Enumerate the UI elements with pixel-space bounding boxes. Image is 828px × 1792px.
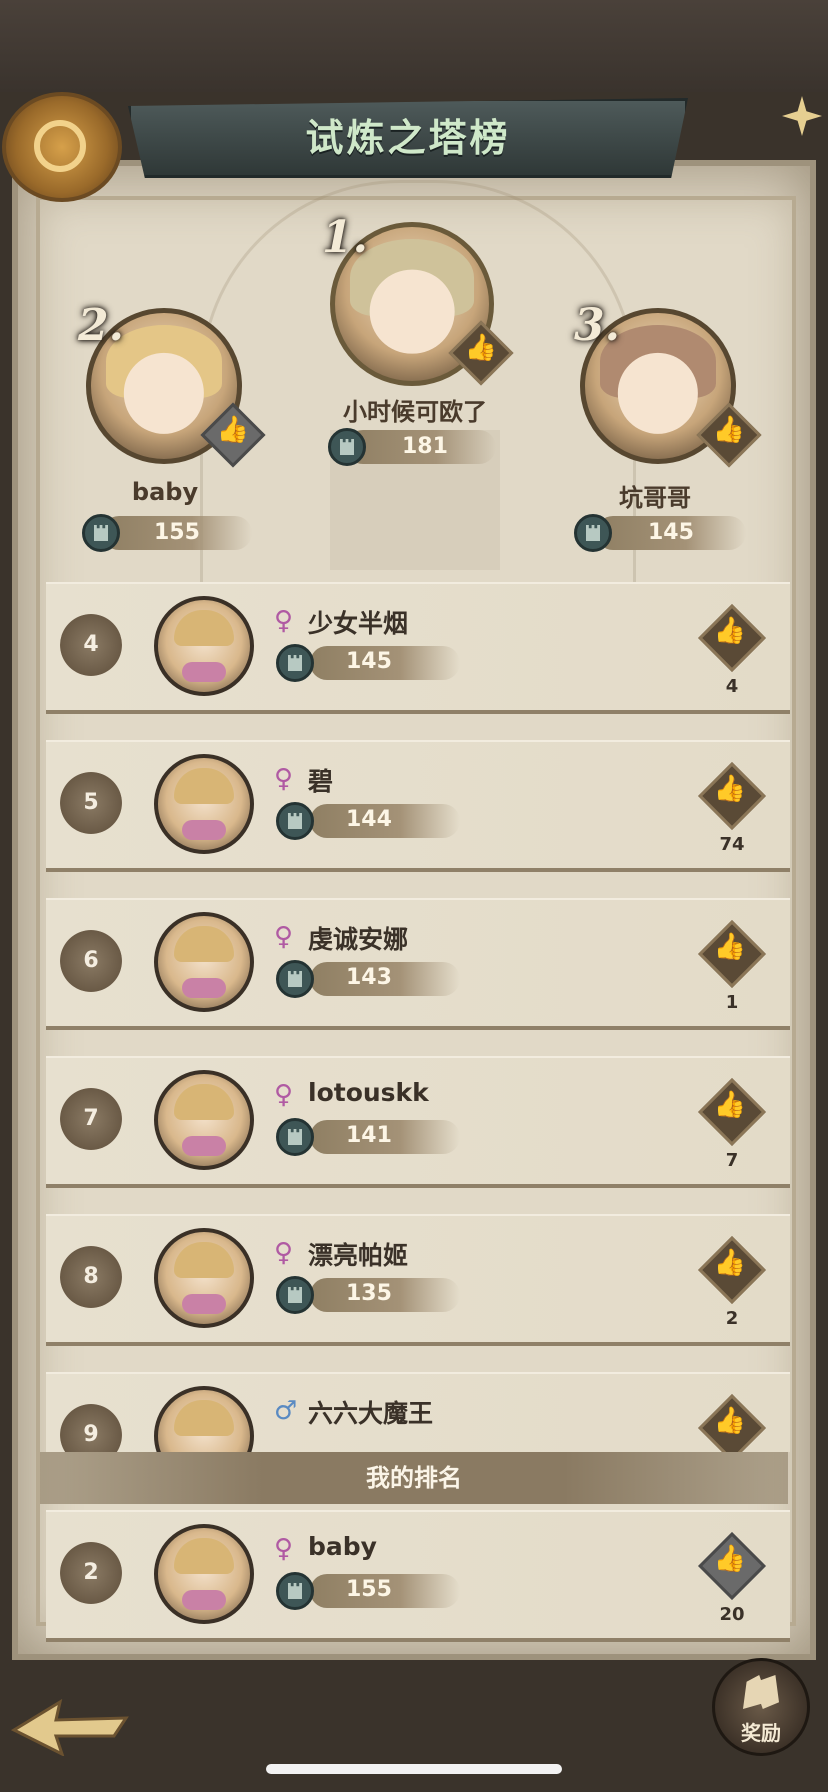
ranking-list[interactable]: 4 ♀ 少女半烟 145 👍 4 5 ♀ 碧 144 👍 74 6 ♀ 虔诚安娜… xyxy=(0,0,828,1452)
rank-badge: 6 xyxy=(60,930,122,992)
player-score: 145 xyxy=(346,649,392,674)
player-name: 六六大魔王 xyxy=(308,1399,434,1428)
list-item[interactable]: 4 ♀ 少女半烟 145 👍 4 xyxy=(46,582,790,710)
female-icon: ♀ xyxy=(274,1080,294,1110)
list-item[interactable]: 6 ♀ 虔诚安娜 143 👍 1 xyxy=(46,898,790,1026)
tower-icon xyxy=(276,1572,314,1610)
player-score: 141 xyxy=(346,1123,392,1148)
tower-icon xyxy=(276,644,314,682)
tower-icon xyxy=(276,1118,314,1156)
like-count: 1 xyxy=(725,992,739,1013)
male-icon: ♂ xyxy=(274,1396,298,1426)
player-score: 143 xyxy=(346,965,392,990)
avatar[interactable] xyxy=(154,1228,254,1328)
female-icon: ♀ xyxy=(274,1534,294,1564)
like-count: 4 xyxy=(725,676,739,697)
player-name: 漂亮帕姬 xyxy=(308,1241,409,1270)
my-rank-header: 我的排名 xyxy=(40,1452,788,1504)
list-item[interactable]: 8 ♀ 漂亮帕姬 135 👍 2 xyxy=(46,1214,790,1342)
player-name: 虔诚安娜 xyxy=(308,925,409,954)
list-item[interactable]: 5 ♀ 碧 144 👍 74 xyxy=(46,740,790,868)
female-icon: ♀ xyxy=(274,764,294,794)
tower-icon xyxy=(276,1276,314,1314)
list-item[interactable]: 7 ♀ lotouskk 141 👍 7 xyxy=(46,1056,790,1184)
tower-icon xyxy=(276,802,314,840)
rewards-button[interactable]: 奖励 xyxy=(712,1658,810,1756)
thumbs-up-icon: 👍 xyxy=(713,1248,747,1278)
player-name: 少女半烟 xyxy=(308,609,409,638)
player-name: lotouskk xyxy=(308,1078,429,1107)
like-count: 74 xyxy=(719,834,745,855)
back-arrow-icon[interactable] xyxy=(10,1696,130,1756)
thumbs-up-icon: 👍 xyxy=(713,932,747,962)
player-score: 144 xyxy=(346,807,392,832)
avatar[interactable] xyxy=(154,596,254,696)
avatar[interactable] xyxy=(154,912,254,1012)
rank-badge: 5 xyxy=(60,772,122,834)
avatar[interactable] xyxy=(154,1386,254,1452)
rank-badge: 9 xyxy=(60,1404,122,1452)
player-score: 135 xyxy=(346,1281,392,1306)
female-icon: ♀ xyxy=(274,922,294,952)
female-icon: ♀ xyxy=(274,606,294,636)
rank-badge: 4 xyxy=(60,614,122,676)
player-name: baby xyxy=(308,1532,377,1561)
avatar[interactable] xyxy=(154,1524,254,1624)
tower-icon xyxy=(276,960,314,998)
avatar[interactable] xyxy=(154,754,254,854)
female-icon: ♀ xyxy=(274,1238,294,1268)
like-count: 20 xyxy=(719,1604,745,1625)
thumbs-up-icon: 👍 xyxy=(713,774,747,804)
like-count: 2 xyxy=(725,1308,739,1329)
my-rank-row[interactable]: 2 ♀ baby 155 👍 20 xyxy=(46,1510,790,1638)
like-count: 7 xyxy=(725,1150,739,1171)
player-name: 碧 xyxy=(308,767,334,796)
player-score: 155 xyxy=(346,1577,392,1602)
home-indicator[interactable] xyxy=(266,1764,562,1774)
avatar[interactable] xyxy=(154,1070,254,1170)
thumbs-up-icon: 👍 xyxy=(713,1544,747,1574)
rank-badge: 7 xyxy=(60,1088,122,1150)
thumbs-up-icon: 👍 xyxy=(713,1406,747,1436)
thumbs-up-icon: 👍 xyxy=(713,616,747,646)
rank-badge: 8 xyxy=(60,1246,122,1308)
rewards-label: 奖励 xyxy=(741,1721,781,1745)
rank-badge: 2 xyxy=(60,1542,122,1604)
rewards-icon xyxy=(743,1675,779,1709)
thumbs-up-icon: 👍 xyxy=(713,1090,747,1120)
list-item[interactable]: 9 ♂ 六六大魔王 👍 xyxy=(46,1372,790,1452)
